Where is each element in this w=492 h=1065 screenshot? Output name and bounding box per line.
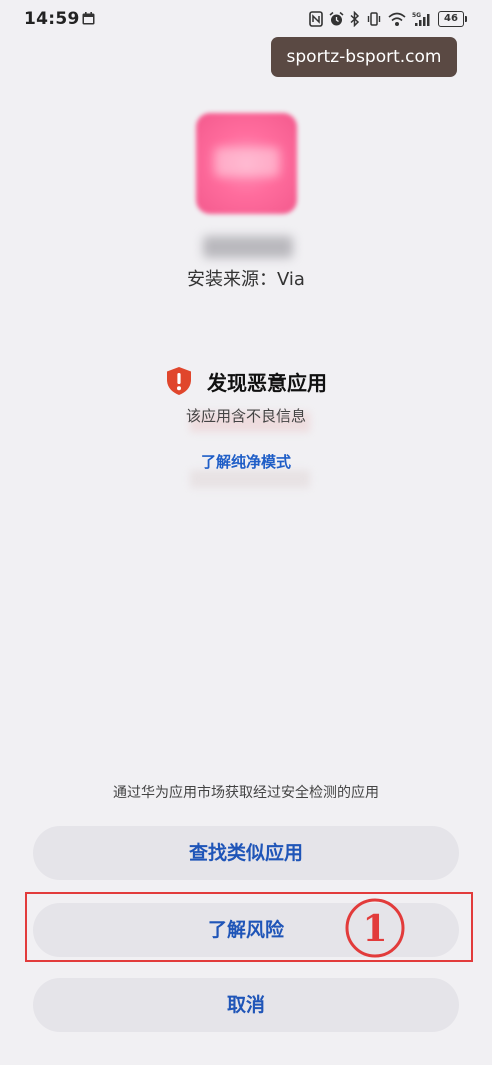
status-icons: 5G 46 [309,9,467,29]
footer-note: 通过华为应用市场获取经过安全检测的应用 [113,785,379,801]
app-name-blurred [203,236,293,258]
background-ghost [190,470,310,488]
step-number-badge: 1 [345,898,405,958]
watermark: sportz-bsport.com [271,37,457,77]
status-time: 14:59 [24,9,80,29]
warning-title: 发现恶意应用 [207,370,327,395]
app-icon-glyph [214,147,280,177]
bluetooth-icon [350,11,360,27]
svg-text:5G: 5G [412,12,421,19]
calendar-icon [82,12,95,25]
alarm-icon [329,11,344,26]
pure-mode-link[interactable]: 了解纯净模式 [0,451,492,472]
warning-description: 该应用含不良信息 [185,407,306,425]
status-bar: 14:59 5G 46 [0,0,492,36]
warning-header: 发现恶意应用 [0,366,492,396]
install-source: 安装来源：Via [187,269,305,290]
step-number: 1 [362,908,387,950]
shield-warning-icon [167,367,191,395]
wifi-icon [388,12,406,26]
vibrate-icon [367,12,381,26]
cancel-button[interactable]: 取消 [33,978,459,1032]
signal-5g-icon: 5G [412,12,430,26]
battery-icon: 46 [438,11,467,27]
find-similar-apps-button[interactable]: 查找类似应用 [33,826,459,880]
nfc-icon [309,11,323,27]
